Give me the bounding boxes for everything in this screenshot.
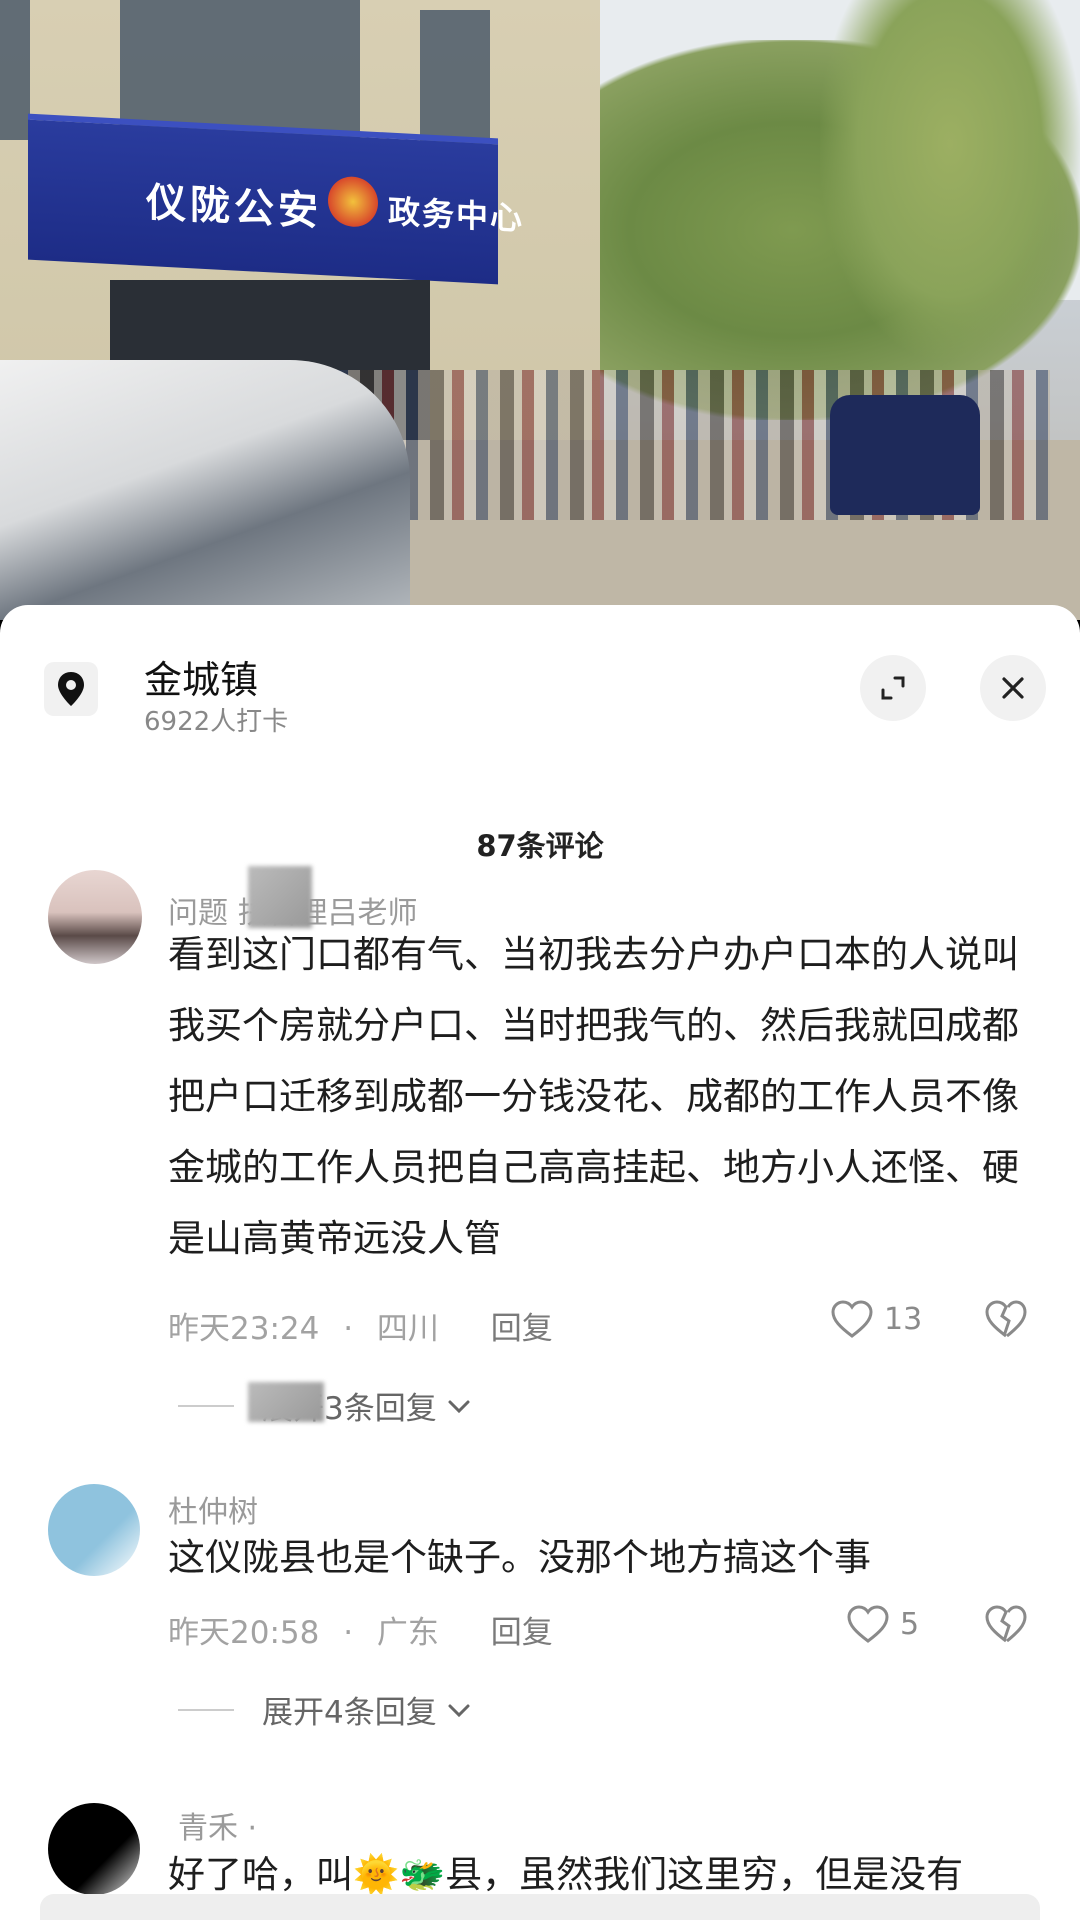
expand-icon	[881, 676, 905, 700]
expand-replies[interactable]: 展开4条回复	[178, 1687, 473, 1732]
heart-icon	[831, 1300, 873, 1338]
reply-button[interactable]: 回复	[491, 1311, 553, 1347]
comment-text: 这仪陇县也是个缺子。没那个地方搞这个事	[168, 1536, 871, 1579]
white-car	[0, 360, 410, 620]
meta-separator: ·	[343, 1615, 354, 1651]
bottom-bar	[40, 1894, 1040, 1920]
broken-heart-icon	[985, 1605, 1027, 1643]
like-button[interactable]: 13	[830, 1299, 922, 1339]
location-pin-icon	[44, 662, 98, 716]
trees	[820, 0, 1080, 360]
comment-text: 看到这门口都有气、当初我去分户办户口本的人说叫我买个房就分户口、当时把我气的、然…	[168, 933, 1019, 1260]
checkin-count: 6922人打卡	[144, 707, 289, 737]
dislike-button[interactable]	[984, 1299, 1028, 1343]
close-button[interactable]	[980, 655, 1046, 721]
location-header[interactable]: 金城镇 6922人打卡	[0, 605, 1080, 755]
comment-meta: 昨天20:58 · 广东 回复	[168, 1607, 553, 1652]
comment-region: 广东	[376, 1615, 439, 1651]
meta-separator: ·	[343, 1311, 354, 1347]
divider	[178, 1708, 234, 1711]
building-signboard: 仪陇公安 政务中心	[28, 113, 524, 285]
comment-meta: 昨天23:24 · 四川 回复	[168, 1303, 553, 1348]
like-count: 13	[884, 1301, 923, 1337]
like-button[interactable]: 5	[846, 1604, 919, 1644]
avatar[interactable]	[48, 1803, 140, 1895]
like-count: 5	[900, 1606, 920, 1642]
sign-text-left: 仪陇公安	[146, 179, 322, 236]
expand-replies-label: 展开4条回复	[262, 1695, 437, 1731]
expand-button[interactable]	[860, 655, 926, 721]
chevron-down-icon	[448, 1704, 470, 1717]
divider	[178, 1404, 234, 1407]
heart-icon	[847, 1605, 889, 1643]
comment-time: 昨天23:24	[168, 1311, 320, 1347]
avatar[interactable]	[48, 1484, 140, 1576]
window	[0, 0, 30, 140]
sign-text-right: 政务中心	[388, 192, 525, 238]
expand-replies[interactable]: 展开3条回复	[178, 1383, 473, 1428]
suv-car	[830, 395, 980, 515]
comment-region: 四川	[376, 1311, 439, 1347]
video-frame[interactable]: 仪陇公安 政务中心	[0, 0, 1080, 620]
avatar[interactable]	[48, 870, 142, 964]
broken-heart-icon	[985, 1300, 1027, 1338]
comment-time: 昨天20:58	[168, 1615, 320, 1651]
police-emblem-icon	[328, 175, 378, 229]
comment-count: 87条评论	[476, 829, 604, 863]
redaction-blur	[248, 1382, 324, 1422]
reply-button[interactable]: 回复	[491, 1615, 553, 1651]
close-icon	[1002, 677, 1024, 699]
dislike-button[interactable]	[984, 1604, 1028, 1648]
location-name[interactable]: 金城镇	[144, 649, 258, 704]
chevron-down-icon	[448, 1400, 470, 1413]
comments-sheet: 金城镇 6922人打卡 87条评论 问题 扶管理吕老师 看到这门口都有气、当初我…	[0, 605, 1080, 1920]
